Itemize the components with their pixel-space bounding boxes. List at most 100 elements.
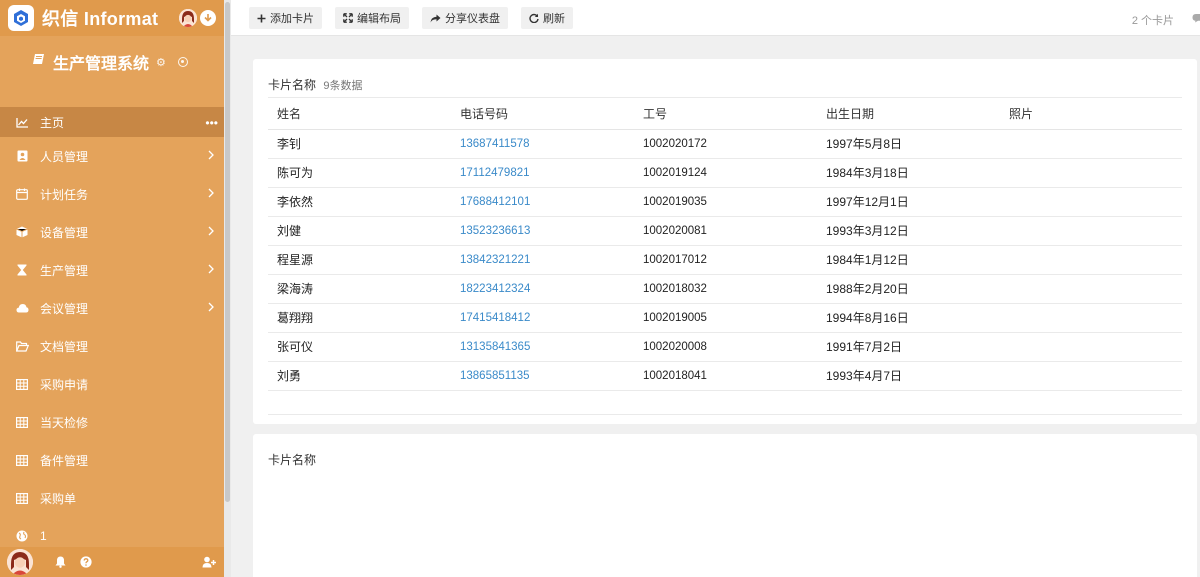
sidebar-item-daily-maintenance[interactable]: 当天检修	[0, 403, 224, 441]
cell-birthdate: 1993年3月12日	[817, 216, 1000, 246]
gear-icon[interactable]: ⚙	[156, 56, 166, 69]
refresh-label: 刷新	[543, 13, 565, 25]
sidebar-item-home[interactable]: 主页 •••	[0, 107, 224, 137]
table-row[interactable]: 陈可为 17112479821 1002019124 1984年3月18日	[268, 158, 1182, 188]
cell-name: 刘健	[268, 216, 451, 246]
record-count: 9条数据	[323, 80, 363, 92]
table-row[interactable]: 刘健 13523236613 1002020081 1993年3月12日	[268, 216, 1182, 246]
sidebar-item-purchase-order[interactable]: 采购单	[0, 479, 224, 517]
edit-layout-button[interactable]: 编辑布局	[335, 7, 409, 29]
card-title-text: 卡片名称	[268, 78, 317, 92]
sidebar-item-label: 备件管理	[40, 453, 89, 468]
table-icon	[15, 453, 29, 467]
cell-employee-id: 1002018032	[634, 274, 817, 304]
add-user-icon[interactable]	[202, 556, 216, 568]
cell-name: 李钊	[268, 129, 451, 159]
sidebar-item-label: 设备管理	[40, 225, 89, 240]
sidebar-item-spare-parts[interactable]: 备件管理	[0, 441, 224, 479]
cell-name: 梁海涛	[268, 274, 451, 304]
table-row[interactable]: 梁海涛 18223412324 1002018032 1988年2月20日	[268, 274, 1182, 304]
sidebar-item-plan-tasks[interactable]: 计划任务	[0, 175, 224, 213]
help-icon[interactable]	[80, 556, 92, 568]
sidebar-item-meetings[interactable]: 会议管理	[0, 289, 224, 327]
cloud-icon	[15, 301, 29, 315]
globe-icon	[15, 529, 29, 543]
sidebar-item-label: 人员管理	[40, 149, 89, 164]
sidebar-item-equipment[interactable]: 设备管理	[0, 213, 224, 251]
more-icon[interactable]: •••	[205, 116, 218, 130]
chevron-right-icon	[208, 301, 214, 315]
refresh-button[interactable]: 刷新	[521, 7, 573, 29]
cell-phone-link[interactable]: 17688412101	[451, 187, 634, 217]
sidebar-scrollbar[interactable]	[224, 0, 231, 577]
cell-phone-link[interactable]: 13523236613	[451, 216, 634, 246]
edit-layout-label: 编辑布局	[357, 13, 401, 25]
cell-photo	[1000, 245, 1182, 275]
empty-card: 卡片名称	[253, 434, 1197, 577]
sidebar-item-documents[interactable]: 文档管理	[0, 327, 224, 365]
user-avatar[interactable]	[7, 549, 33, 575]
cell-birthdate: 1984年1月12日	[817, 245, 1000, 275]
cell-phone-link[interactable]: 17415418412	[451, 303, 634, 333]
share-dashboard-button[interactable]: 分享仪表盘	[422, 7, 508, 29]
cell-birthdate: 1997年12月1日	[817, 187, 1000, 217]
table-row[interactable]: 程星源 13842321221 1002017012 1984年1月12日	[268, 245, 1182, 275]
cell-birthdate: 1991年7月2日	[817, 332, 1000, 362]
cell-photo	[1000, 129, 1182, 159]
table-icon	[15, 491, 29, 505]
cell-birthdate: 1997年5月8日	[817, 129, 1000, 159]
cell-birthdate: 1984年3月18日	[817, 158, 1000, 188]
cell-phone-link[interactable]: 17112479821	[451, 158, 634, 188]
cell-employee-id: 1002020008	[634, 332, 817, 362]
table-row[interactable]: 李依然 17688412101 1002019035 1997年12月1日	[268, 187, 1182, 217]
cell-birthdate: 1993年4月7日	[817, 361, 1000, 391]
column-header-birthdate[interactable]: 出生日期	[817, 98, 1000, 130]
cell-phone-link[interactable]: 13842321221	[451, 245, 634, 275]
brand-name: 织信 Informat	[42, 9, 159, 29]
sidebar-item-label: 主页	[40, 115, 65, 130]
card-count: 2 个卡片	[1131, 15, 1174, 27]
column-header-phone[interactable]: 电话号码	[451, 98, 634, 130]
user-avatar[interactable]	[179, 9, 197, 27]
chevron-right-icon	[208, 149, 214, 163]
cell-phone-link[interactable]: 13865851135	[451, 361, 634, 391]
cell-phone-link[interactable]: 13687411578	[451, 129, 634, 159]
column-header-employee-id[interactable]: 工号	[634, 98, 817, 130]
table-row[interactable]: 刘勇 13865851135 1002018041 1993年4月7日	[268, 361, 1182, 391]
cell-photo	[1000, 216, 1182, 246]
data-table: 姓名 电话号码 工号 出生日期 照片 李钊 13687411578 100202…	[268, 98, 1182, 391]
table-card: 卡片名称 9条数据 姓名 电话号码 工号 出生日期 照片 李钊 13687411…	[253, 59, 1197, 424]
cell-photo	[1000, 274, 1182, 304]
sidebar-item-production[interactable]: 生产管理	[0, 251, 224, 289]
user-badge-icon	[15, 149, 29, 163]
card-title: 卡片名称	[268, 451, 316, 468]
chevron-right-icon	[208, 225, 214, 239]
bell-icon[interactable]	[55, 556, 66, 568]
cell-name: 刘勇	[268, 361, 451, 391]
cell-employee-id: 1002019124	[634, 158, 817, 188]
brand-bar: 织信 Informat	[0, 0, 224, 36]
system-title: 生产管理系统	[53, 56, 150, 73]
hourglass-icon	[15, 263, 29, 277]
table-row[interactable]: 李钊 13687411578 1002020172 1997年5月8日	[268, 129, 1182, 159]
sidebar-menu: 主页 ••• 人员管理 计划任务 设备管理 生产管理 会议管理 文档管理 采购申…	[0, 107, 224, 555]
book-icon	[32, 53, 45, 71]
app-logo-icon[interactable]	[8, 5, 34, 31]
comment-icon[interactable]	[1192, 12, 1200, 26]
column-header-name[interactable]: 姓名	[268, 98, 451, 130]
scrollbar-thumb[interactable]	[225, 2, 230, 502]
column-header-photo[interactable]: 照片	[1000, 98, 1182, 130]
target-icon[interactable]	[177, 57, 188, 67]
cell-phone-link[interactable]: 13135841365	[451, 332, 634, 362]
sidebar-item-label: 生产管理	[40, 263, 89, 278]
sidebar-item-purchase-request[interactable]: 采购申请	[0, 365, 224, 403]
table-row[interactable]: 张可仪 13135841365 1002020008 1991年7月2日	[268, 332, 1182, 362]
share-dashboard-label: 分享仪表盘	[445, 13, 500, 25]
cell-phone-link[interactable]: 18223412324	[451, 274, 634, 304]
add-card-button[interactable]: 添加卡片	[249, 7, 322, 29]
cell-birthdate: 1994年8月16日	[817, 303, 1000, 333]
table-row[interactable]: 葛翔翔 17415418412 1002019005 1994年8月16日	[268, 303, 1182, 333]
divider	[268, 414, 1182, 415]
download-icon[interactable]	[200, 10, 216, 26]
sidebar-item-personnel[interactable]: 人员管理	[0, 137, 224, 175]
